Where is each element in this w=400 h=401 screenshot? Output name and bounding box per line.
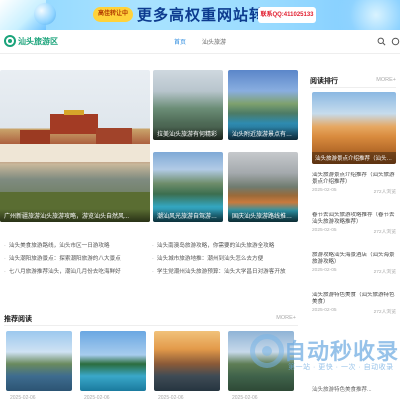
- sidebar-item-title[interactable]: 旅游攻略汕头海景酒店（汕头海景旅游攻略）: [312, 252, 396, 266]
- recommended-thumbnail[interactable]: [6, 331, 72, 391]
- recommended-date: 2025-02-06: [10, 395, 36, 401]
- recommended-date: 2025-02-06: [84, 395, 110, 401]
- recommended-thumbnail[interactable]: [80, 331, 146, 391]
- sidebar-list-item[interactable]: 汕头旅游特色美食（汕头旅游特色美食） 2025-02-05 272人浏览: [312, 292, 396, 315]
- article-link[interactable]: 学生党潮州汕头旅游预算：汕头大学昌日对游客开放: [152, 266, 300, 279]
- recommended-date: 2025-02-06: [232, 395, 258, 401]
- top-ad-banner[interactable]: 高佳转让中 更多高权重网站转让 联系QQ:411025133: [0, 0, 400, 30]
- sidebar-item-date: 2025-02-05: [312, 268, 337, 273]
- recommended-thumbnail[interactable]: [154, 331, 220, 391]
- banner-ball-graphic: [34, 3, 56, 25]
- search-icon[interactable]: [377, 37, 386, 46]
- sidebar-feature-caption: 汕头旅游景点介绍推荐（汕头旅游...: [312, 152, 396, 164]
- article-link[interactable]: 汕头南澳岛旅游攻略，你需要的汕头旅游全攻略: [152, 240, 300, 253]
- sidebar-item-views: 272人浏览: [373, 190, 396, 195]
- article-link[interactable]: 汕头城市旅游地推：潮州到汕头怎么去方便: [152, 253, 300, 266]
- sidebar-list-item[interactable]: 旅游攻略汕头海景酒店（汕头海景旅游攻略） 2025-02-05 272人浏览: [312, 252, 396, 275]
- article-link[interactable]: 七八月旅游推荐汕头，潮汕几月份去吃海鲜好: [4, 266, 152, 279]
- sidebar-item-views: 272人浏览: [373, 310, 396, 315]
- banner-badge: 高佳转让中: [93, 7, 133, 22]
- banner-decoration-right: [320, 0, 400, 30]
- featured-card[interactable]: 国庆汕头旅游路线推荐攻略，...: [228, 152, 298, 222]
- sidebar-bottom-link[interactable]: 汕头旅游特色美食推荐...: [312, 385, 396, 393]
- banner-contact[interactable]: 联系QQ:411025133: [258, 7, 316, 23]
- featured-card-caption: 汕头附近旅游景点有何好地方: [228, 127, 298, 140]
- watermark-overlay: 自动秒收录 第一站 · 更快 · 一次 · 自动收录: [250, 328, 400, 380]
- featured-main-caption: 广州新疆旅游汕头旅游攻略，游览汕头自然风...: [0, 209, 150, 222]
- main-nav: 首页 汕头旅游: [174, 37, 226, 46]
- sidebar-item-title[interactable]: 春节去汕头旅游攻略推荐（春节去汕头旅游攻略推荐）: [312, 212, 396, 226]
- recommended-more-link[interactable]: MORE+: [276, 315, 296, 321]
- sidebar-feature-image[interactable]: 汕头旅游景点介绍推荐（汕头旅游...: [312, 92, 396, 164]
- nav-item-home[interactable]: 首页: [174, 37, 186, 46]
- sidebar-list-item[interactable]: 汕头旅游景点介绍推荐（汕头旅游景点介绍推荐） 2025-02-05 272人浏览: [312, 172, 396, 195]
- featured-main-card[interactable]: 广州新疆旅游汕头旅游攻略，游览汕头自然风...: [0, 70, 150, 222]
- site-logo[interactable]: 汕头旅游区: [4, 35, 58, 47]
- sidebar-item-date: 2025-02-05: [312, 228, 337, 233]
- sidebar-item-views: 272人浏览: [373, 270, 396, 275]
- article-link[interactable]: 汕头潮阳旅游景点：探索潮阳旅游的八大景点: [4, 253, 152, 266]
- site-header: 汕头旅游区 首页 汕头旅游: [0, 30, 400, 54]
- sidebar-list-item[interactable]: 春节去汕头旅游攻略推荐（春节去汕头旅游攻略推荐） 2025-02-05 272人浏…: [312, 212, 396, 235]
- user-menu-icon[interactable]: [391, 37, 400, 46]
- sidebar-more-link[interactable]: MORE+: [376, 77, 396, 83]
- sidebar-item-date: 2025-02-05: [312, 188, 337, 193]
- featured-card[interactable]: 拉美汕头旅游有何精彩: [153, 70, 223, 140]
- sidebar-item-views: 272人浏览: [373, 230, 396, 235]
- sidebar-header: 阅读排行 MORE+: [310, 76, 396, 88]
- logo-icon: [4, 35, 16, 47]
- sidebar-item-title[interactable]: 汕头旅游特色美食（汕头旅游特色美食）: [312, 292, 396, 306]
- watermark-logo-icon: [250, 334, 284, 368]
- recommended-date: 2025-02-06: [158, 395, 184, 401]
- nav-item-travel[interactable]: 汕头旅游: [202, 37, 226, 46]
- sidebar-item-date: 2025-02-05: [312, 308, 337, 313]
- recommended-title: 推荐阅读: [4, 316, 32, 323]
- sidebar-item-title[interactable]: 汕头旅游景点介绍推荐（汕头旅游景点介绍推荐）: [312, 172, 396, 186]
- sidebar-title: 阅读排行: [310, 78, 338, 85]
- recommended-section-header: 推荐阅读 MORE+: [4, 312, 298, 326]
- featured-card[interactable]: 潮汕风光旅游自驾游：关于...: [153, 152, 223, 222]
- logo-text: 汕头旅游区: [18, 36, 58, 46]
- featured-card[interactable]: 汕头附近旅游景点有何好地方: [228, 70, 298, 140]
- article-link[interactable]: 汕头美食旅游路线，汕头市区一日游攻略: [4, 240, 152, 253]
- featured-card-caption: 潮汕风光旅游自驾游：关于...: [153, 209, 223, 222]
- featured-card-caption: 国庆汕头旅游路线推荐攻略，...: [228, 209, 298, 222]
- article-link-list: 汕头美食旅游路线，汕头市区一日游攻略 汕头南澳岛旅游攻略，你需要的汕头旅游全攻略…: [4, 240, 300, 279]
- featured-card-caption: 拉美汕头旅游有何精彩: [153, 127, 223, 140]
- watermark-subtitle: 第一站 · 更快 · 一次 · 自动收录: [288, 364, 394, 371]
